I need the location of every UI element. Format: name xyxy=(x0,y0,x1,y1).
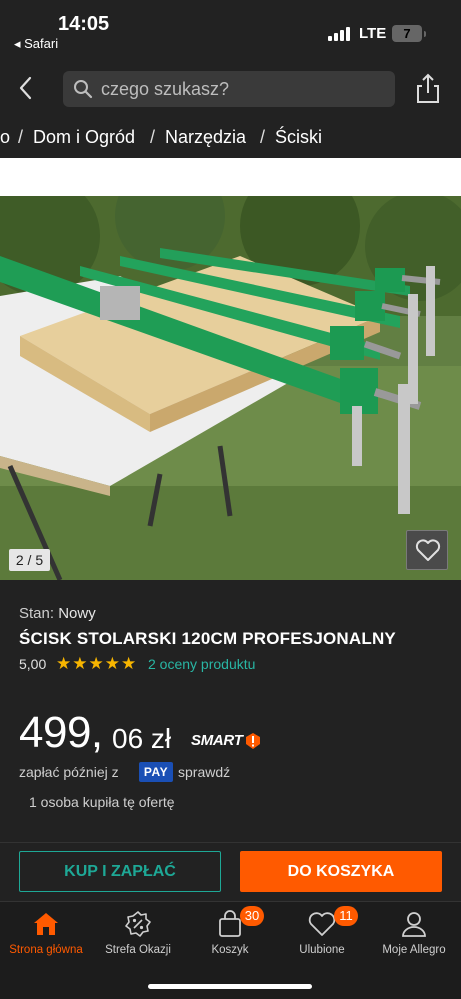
status-time: 14:05 xyxy=(58,13,110,35)
pay-later-prefix: zapłać później z xyxy=(19,764,119,780)
clamp-photo-illustration xyxy=(0,196,461,580)
signal-icon xyxy=(328,27,350,41)
search-icon xyxy=(74,80,93,99)
gallery-top-strip xyxy=(0,158,461,196)
pay-badge: PAY xyxy=(139,762,173,782)
tab-label: Strona główna xyxy=(9,944,83,956)
share-button[interactable] xyxy=(414,72,442,104)
home-icon xyxy=(34,913,58,935)
condition-value: Nowy xyxy=(58,605,96,622)
breadcrumb-item[interactable]: o xyxy=(0,116,10,158)
heart-outline-icon xyxy=(415,539,441,561)
pay-later-check-link[interactable]: sprawdź xyxy=(178,764,230,780)
buy-now-button[interactable]: KUP I ZAPŁAĆ xyxy=(19,851,221,892)
status-bar: 14:05 ◂ Safari LTE 7 xyxy=(0,0,461,58)
home-indicator xyxy=(148,984,312,989)
tab-favorites[interactable]: 11 Ulubione xyxy=(276,902,368,972)
gallery-counter: 2 / 5 xyxy=(9,549,50,571)
tab-home[interactable]: Strona główna xyxy=(0,902,92,972)
reviews-link[interactable]: 2 oceny produktu xyxy=(148,656,255,672)
breadcrumb-item-sciski[interactable]: Ściski xyxy=(275,116,322,158)
rating-value: 5,00 xyxy=(19,656,47,672)
chevron-left-icon xyxy=(19,76,32,100)
heart-icon xyxy=(308,912,336,936)
cart-count-badge: 30 xyxy=(240,906,264,926)
discount-icon xyxy=(125,911,151,937)
breadcrumb-separator: / xyxy=(260,127,266,147)
smart-label: SMART xyxy=(191,732,243,749)
tab-cart[interactable]: 30 Koszyk xyxy=(184,902,276,972)
price-decimal: 06 zł xyxy=(112,723,172,754)
tab-label: Ulubione xyxy=(299,944,345,956)
add-to-cart-button[interactable]: DO KOSZYKA xyxy=(240,851,442,892)
breadcrumb: o / Dom i Ogród / Narzędzia / Ściski xyxy=(0,116,461,158)
breadcrumb-item-narzedzia[interactable]: Narzędzia xyxy=(165,116,246,158)
share-icon xyxy=(417,73,439,103)
back-button[interactable] xyxy=(14,74,40,102)
tab-label: Koszyk xyxy=(211,944,249,956)
product-title: ŚCISK STOLARSKI 120CM PROFESJONALNY xyxy=(19,629,396,648)
search-placeholder: czego szukasz? xyxy=(101,79,230,99)
price-integer: 499, xyxy=(19,708,103,757)
tab-deals[interactable]: Strefa Okazji xyxy=(92,902,184,972)
condition-label: Stan: xyxy=(19,605,55,622)
add-to-favorites-button[interactable] xyxy=(406,530,448,570)
tab-label: Strefa Okazji xyxy=(105,944,171,956)
tab-my-allegro[interactable]: Moje Allegro xyxy=(368,902,460,972)
back-to-safari-link[interactable]: ◂ Safari xyxy=(14,36,58,52)
tab-label: Moje Allegro xyxy=(382,944,446,956)
search-input[interactable]: czego szukasz? xyxy=(63,71,395,107)
breadcrumb-item-dom-i-ogrod[interactable]: Dom i Ogród xyxy=(33,116,135,158)
action-bar: KUP I ZAPŁAĆ DO KOSZYKA xyxy=(0,843,461,901)
breadcrumb-separator: / xyxy=(150,127,156,147)
network-type: LTE xyxy=(359,25,387,42)
smart-badge-icon xyxy=(246,733,260,749)
nav-bar: czego szukasz? xyxy=(0,58,461,116)
purchase-count: 1 osoba kupiła tę ofertę xyxy=(29,794,175,810)
product-image[interactable] xyxy=(0,196,461,580)
condition: Stan: Nowy xyxy=(19,605,96,622)
battery-nub xyxy=(424,31,426,37)
user-icon xyxy=(402,912,426,937)
favorites-count-badge: 11 xyxy=(334,906,358,926)
battery-icon: 7 xyxy=(392,25,422,42)
breadcrumb-separator: / xyxy=(18,127,24,147)
rating-stars: ★★★★★ xyxy=(56,654,138,673)
